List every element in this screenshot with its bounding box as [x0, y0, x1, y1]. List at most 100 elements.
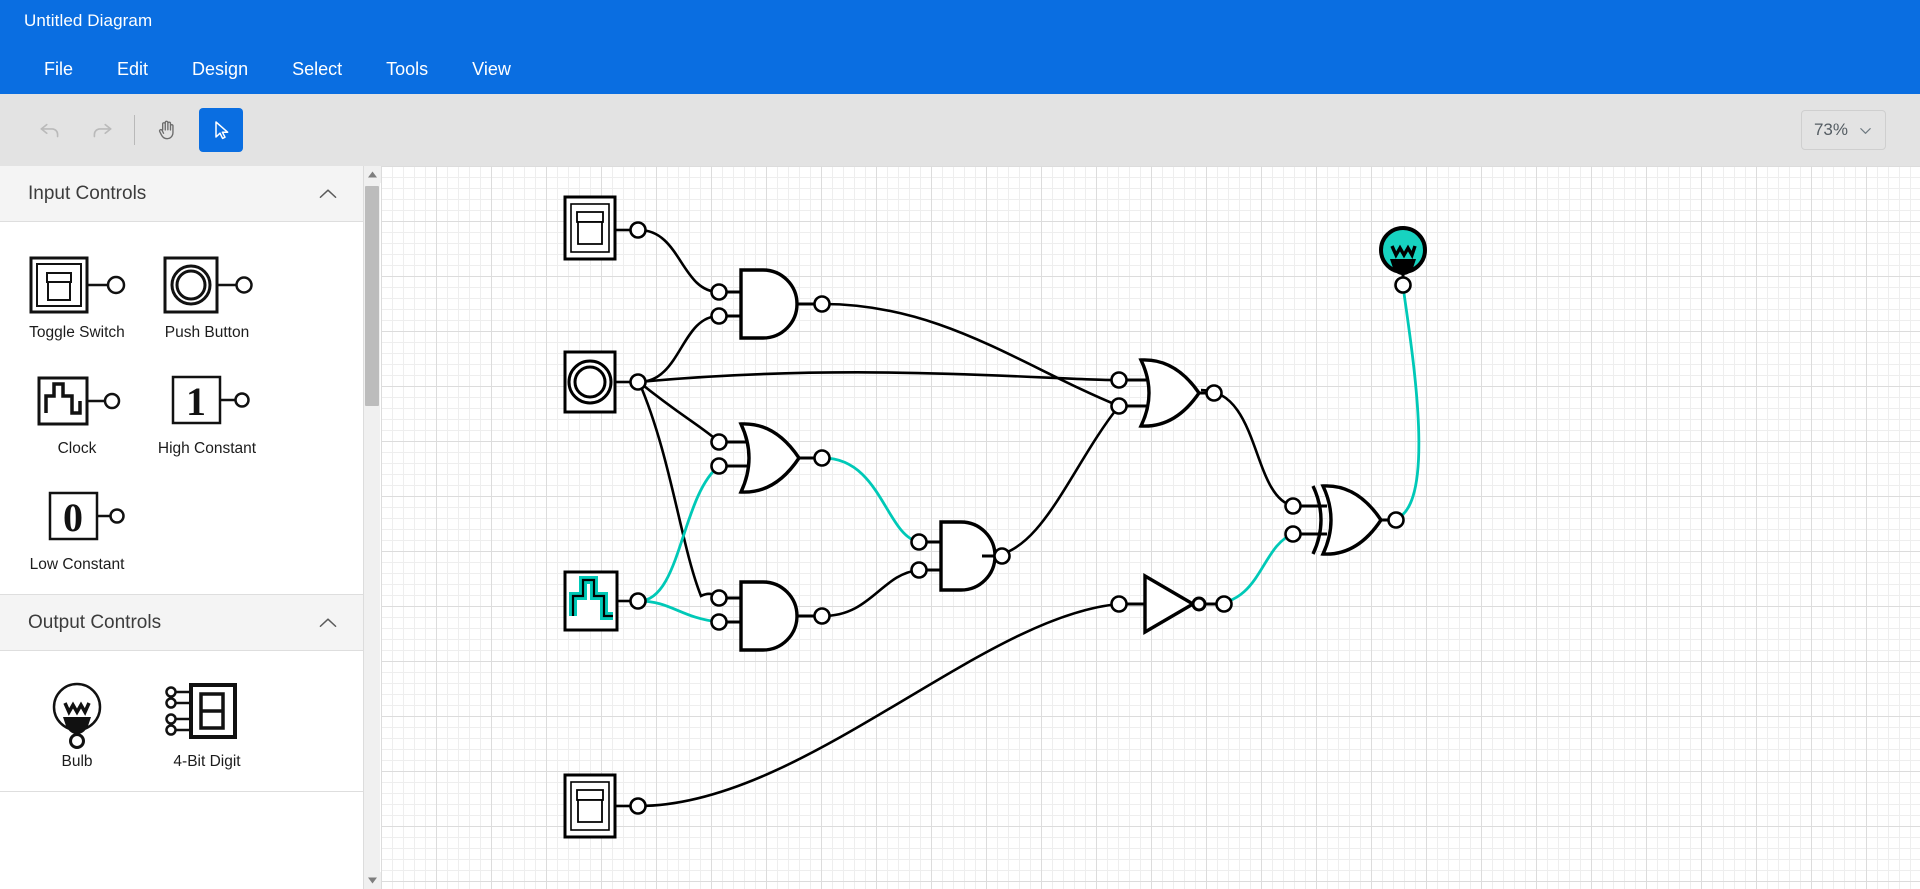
input-pin[interactable] — [1112, 597, 1127, 612]
palette-label-high-constant: High Constant — [158, 440, 256, 458]
wire-segment[interactable] — [989, 406, 1119, 556]
menu-bar: File Edit Design Select Tools View — [0, 44, 1920, 94]
hand-pan-icon — [154, 117, 180, 143]
document-title: Untitled Diagram — [24, 11, 152, 31]
title-bar: Untitled Diagram — [0, 0, 1920, 44]
palette-item-toggle-switch[interactable]: Toggle Switch — [12, 248, 142, 342]
select-tool-button[interactable] — [199, 108, 243, 152]
wire-segment-active[interactable] — [823, 458, 919, 542]
svg-text:0: 0 — [63, 495, 83, 540]
menu-tools[interactable]: Tools — [364, 53, 450, 86]
pan-tool-button[interactable] — [145, 108, 189, 152]
wire-segment[interactable] — [639, 230, 719, 292]
four-bit-digit-icon — [151, 677, 263, 751]
output-pin[interactable] — [815, 451, 830, 466]
input-pin[interactable] — [1286, 527, 1301, 542]
canvas-bulb[interactable] — [1381, 228, 1425, 293]
canvas-and-gate[interactable] — [712, 270, 830, 338]
circuit-diagram: .wire { fill:none; stroke:#000; stroke-w… — [381, 166, 1920, 889]
undo-button[interactable] — [28, 108, 72, 152]
input-pin[interactable] — [712, 615, 727, 630]
output-pin[interactable] — [1217, 597, 1232, 612]
input-pin[interactable] — [1396, 278, 1411, 293]
wire-segment[interactable] — [639, 382, 719, 598]
input-pin[interactable] — [1112, 399, 1127, 414]
palette-label-push-button: Push Button — [165, 324, 249, 342]
panel-header-input-controls[interactable]: Input Controls — [0, 166, 363, 222]
zoom-level-label: 73% — [1814, 120, 1848, 140]
menu-view[interactable]: View — [450, 53, 533, 86]
chevron-up-icon[interactable] — [315, 181, 341, 207]
output-pin[interactable] — [631, 594, 646, 609]
panel-body-input-controls: Toggle Switch Push Butto — [0, 222, 363, 595]
palette-item-low-constant[interactable]: 0 Low Constant — [12, 480, 142, 574]
input-pin[interactable] — [912, 535, 927, 550]
sidebar-scrollbar-thumb[interactable] — [365, 186, 379, 406]
output-pin[interactable] — [631, 799, 646, 814]
undo-arrow-icon — [37, 117, 63, 143]
menu-file[interactable]: File — [22, 53, 95, 86]
input-pin[interactable] — [712, 309, 727, 324]
svg-text:1: 1 — [186, 379, 206, 424]
palette-item-push-button[interactable]: Push Button — [142, 248, 272, 342]
wire-segment-active[interactable] — [639, 466, 719, 601]
input-pin[interactable] — [712, 285, 727, 300]
clock-icon — [21, 364, 133, 438]
canvas-push-button[interactable] — [565, 352, 646, 412]
menu-design[interactable]: Design — [170, 53, 270, 86]
input-pin[interactable] — [1112, 373, 1127, 388]
output-pin[interactable] — [815, 297, 830, 312]
output-pin[interactable] — [1207, 386, 1222, 401]
palette-label-toggle-switch: Toggle Switch — [29, 324, 125, 342]
chevron-up-icon[interactable] — [315, 610, 341, 636]
redo-arrow-icon — [89, 117, 115, 143]
component-palette-sidebar: Input Controls — [0, 166, 380, 889]
palette-label-clock: Clock — [58, 440, 97, 458]
cursor-select-icon — [209, 118, 233, 142]
canvas-xor-gate[interactable] — [1286, 486, 1404, 554]
wire-segment[interactable] — [639, 604, 1119, 806]
output-pin[interactable] — [631, 375, 646, 390]
scroll-up-arrow-icon[interactable] — [364, 166, 381, 183]
toolbar: 73% — [0, 94, 1920, 166]
palette-item-high-constant[interactable]: 1 High Constant — [142, 364, 272, 458]
redo-button[interactable] — [80, 108, 124, 152]
canvas-and-gate[interactable] — [912, 522, 1010, 590]
menu-edit[interactable]: Edit — [95, 53, 170, 86]
input-pin[interactable] — [712, 459, 727, 474]
panel-header-output-controls[interactable]: Output Controls — [0, 595, 363, 651]
diagram-canvas[interactable]: .wire { fill:none; stroke:#000; stroke-w… — [381, 166, 1920, 889]
output-pin[interactable] — [1389, 513, 1404, 528]
canvas-or-gate[interactable] — [1112, 360, 1222, 426]
input-pin[interactable] — [912, 563, 927, 578]
canvas-clock[interactable] — [565, 572, 646, 630]
palette-item-four-bit-digit[interactable]: 4-Bit Digit — [142, 677, 272, 771]
palette-item-bulb[interactable]: Bulb — [12, 677, 142, 771]
toggle-switch-icon — [21, 248, 133, 322]
palette-item-clock[interactable]: Clock — [12, 364, 142, 458]
wire-segment[interactable] — [639, 316, 719, 382]
scroll-down-arrow-icon[interactable] — [364, 872, 381, 889]
input-pin[interactable] — [712, 591, 727, 606]
wire-segment-active[interactable] — [639, 601, 719, 622]
sidebar-scrollbar[interactable] — [363, 166, 380, 889]
wire-segment[interactable] — [1201, 390, 1293, 506]
canvas-toggle-switch[interactable] — [565, 775, 646, 837]
zoom-level-control[interactable]: 73% — [1801, 110, 1886, 150]
input-pin[interactable] — [1286, 499, 1301, 514]
panel-output-controls: Output Controls — [0, 595, 363, 792]
output-pin[interactable] — [995, 549, 1010, 564]
output-pin[interactable] — [815, 609, 830, 624]
output-pin[interactable] — [631, 223, 646, 238]
canvas-toggle-switch[interactable] — [565, 197, 646, 259]
wire-segment-active[interactable] — [1211, 534, 1293, 604]
input-pin[interactable] — [712, 435, 727, 450]
canvas-or-gate[interactable] — [712, 424, 830, 492]
canvas-and-gate[interactable] — [712, 582, 830, 650]
wire-segment-active[interactable] — [1389, 286, 1419, 520]
wire-segment[interactable] — [823, 304, 1119, 406]
wire-segment[interactable] — [823, 570, 919, 616]
menu-select[interactable]: Select — [270, 53, 364, 86]
panel-body-output-controls: Bulb — [0, 651, 363, 792]
canvas-not-gate[interactable] — [1112, 576, 1232, 632]
